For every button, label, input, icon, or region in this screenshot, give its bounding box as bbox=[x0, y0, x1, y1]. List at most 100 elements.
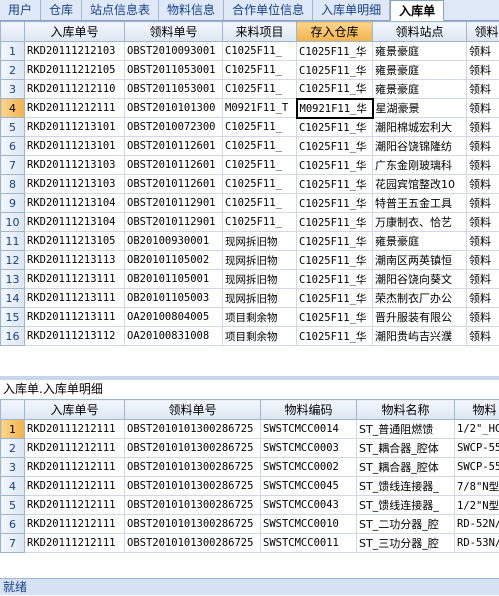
table-cell[interactable]: 特普王五金工具 bbox=[373, 194, 467, 213]
table-cell[interactable]: OBST2010101300 bbox=[125, 99, 223, 118]
table-cell[interactable]: 7/8"N型 bbox=[455, 477, 499, 496]
table-cell[interactable]: 晋升服装有限公 bbox=[373, 308, 467, 327]
table-row[interactable]: 2RKD20111212111OBST2010101300286725SWSTC… bbox=[1, 439, 499, 458]
table-cell[interactable]: 领料 bbox=[467, 156, 499, 175]
table-cell[interactable]: 现网拆旧物 bbox=[223, 270, 297, 289]
row-number[interactable]: 12 bbox=[1, 251, 25, 270]
table-cell[interactable]: ST_馈线连接器_ bbox=[357, 477, 455, 496]
table-cell[interactable]: 潮南区两英镇恒 bbox=[373, 251, 467, 270]
table-row[interactable]: 8RKD20111213103OBST2010112601C1025F11_C1… bbox=[1, 175, 499, 194]
table-row[interactable]: 9RKD20111213104OBST2010112901C1025F11_C1… bbox=[1, 194, 499, 213]
table-cell[interactable]: 领料 bbox=[467, 327, 499, 346]
table-cell[interactable]: OBST2010112601 bbox=[125, 175, 223, 194]
table-row[interactable]: 2RKD20111212105OBST2011053001C1025F11_C1… bbox=[1, 61, 499, 80]
column-header[interactable]: 物料 bbox=[455, 400, 499, 420]
table-cell[interactable]: 领料 bbox=[467, 80, 499, 99]
table-cell[interactable]: SWSTCMCC0014 bbox=[261, 420, 357, 439]
row-number[interactable]: 16 bbox=[1, 327, 25, 346]
table-cell[interactable]: 1/2"_HC bbox=[455, 420, 499, 439]
table-cell[interactable]: RKD20111212111 bbox=[25, 420, 125, 439]
table-row[interactable]: 5RKD20111213101OBST2010072300C1025F11_C1… bbox=[1, 118, 499, 137]
table-cell[interactable]: OBST2010112901 bbox=[125, 194, 223, 213]
table-cell[interactable]: 项目剩余物 bbox=[223, 308, 297, 327]
table-cell[interactable]: OBST2010101300286725 bbox=[125, 458, 261, 477]
row-number[interactable]: 2 bbox=[1, 61, 25, 80]
table-cell[interactable]: ST_三功分器_腔 bbox=[357, 534, 455, 553]
row-number[interactable]: 3 bbox=[1, 458, 25, 477]
row-number[interactable]: 11 bbox=[1, 232, 25, 251]
table-row[interactable]: 16RKD20111213112OA20100831008项目剩余物C1025F… bbox=[1, 327, 499, 346]
table-cell[interactable]: RKD20111212111 bbox=[25, 496, 125, 515]
corner-cell[interactable] bbox=[1, 22, 25, 42]
table-cell[interactable]: RKD20111213111 bbox=[25, 308, 125, 327]
table-row[interactable]: 3RKD20111212111OBST2010101300286725SWSTC… bbox=[1, 458, 499, 477]
table-cell[interactable]: RKD20111212111 bbox=[25, 515, 125, 534]
table-cell[interactable]: ST_普通阻燃馈 bbox=[357, 420, 455, 439]
column-header[interactable]: 存入仓库 bbox=[297, 22, 373, 42]
table-cell[interactable]: OBST2010101300286725 bbox=[125, 496, 261, 515]
table-cell[interactable]: C1025F11_ bbox=[223, 118, 297, 137]
table-cell[interactable]: OBST2011053001 bbox=[125, 61, 223, 80]
row-number[interactable]: 1 bbox=[1, 420, 25, 439]
table-cell[interactable]: OBST2010093001 bbox=[125, 42, 223, 61]
table-cell[interactable]: SWSTCMCC0011 bbox=[261, 534, 357, 553]
tab-3[interactable]: 物料信息 bbox=[159, 0, 224, 20]
row-number[interactable]: 7 bbox=[1, 534, 25, 553]
table-cell[interactable]: 现网拆旧物 bbox=[223, 232, 297, 251]
table-cell[interactable]: 领料 bbox=[467, 270, 499, 289]
table-cell[interactable]: RKD20111213104 bbox=[25, 194, 125, 213]
column-header[interactable]: 来料项目 bbox=[223, 22, 297, 42]
column-header[interactable]: 领料单号 bbox=[125, 400, 261, 420]
table-cell[interactable]: RKD20111212105 bbox=[25, 61, 125, 80]
table-row[interactable]: 4RKD20111212111OBST2010101300M0921F11_TM… bbox=[1, 99, 499, 118]
table-cell[interactable]: 1/2"N型 bbox=[455, 496, 499, 515]
table-cell[interactable]: RKD20111213103 bbox=[25, 175, 125, 194]
row-number[interactable]: 1 bbox=[1, 42, 25, 61]
tab-5[interactable]: 入库单明细 bbox=[313, 0, 390, 20]
table-row[interactable]: 10RKD20111213104OBST2010112901C1025F11_C… bbox=[1, 213, 499, 232]
table-cell[interactable]: SWCP-55 bbox=[455, 439, 499, 458]
table-cell[interactable]: C1025F11_华 bbox=[297, 251, 373, 270]
table-cell[interactable]: RKD20111213101 bbox=[25, 137, 125, 156]
table-cell[interactable]: C1025F11_华 bbox=[297, 213, 373, 232]
column-header[interactable]: 物料编码 bbox=[261, 400, 357, 420]
table-cell[interactable]: C1025F11_华 bbox=[297, 137, 373, 156]
table-cell[interactable]: SWSTCMCC0010 bbox=[261, 515, 357, 534]
table-cell[interactable]: C1025F11_华 bbox=[297, 42, 373, 61]
row-number[interactable]: 13 bbox=[1, 270, 25, 289]
table-cell[interactable]: 领料 bbox=[467, 118, 499, 137]
table-cell[interactable]: 领料 bbox=[467, 99, 499, 118]
table-cell[interactable]: C1025F11_ bbox=[223, 194, 297, 213]
table-row[interactable]: 7RKD20111213103OBST2010112601C1025F11_C1… bbox=[1, 156, 499, 175]
table-cell[interactable]: C1025F11_华 bbox=[297, 118, 373, 137]
table-cell[interactable]: C1025F11_ bbox=[223, 213, 297, 232]
table-cell[interactable]: M0921F11_T bbox=[223, 99, 297, 118]
table-cell[interactable]: 领料 bbox=[467, 289, 499, 308]
table-cell[interactable]: OA20100804005 bbox=[125, 308, 223, 327]
table-cell[interactable]: RD-53N/ bbox=[455, 534, 499, 553]
table-cell[interactable]: 潮阳棉城宏利大 bbox=[373, 118, 467, 137]
table-cell[interactable]: 领料 bbox=[467, 137, 499, 156]
table-cell[interactable]: 领料 bbox=[467, 308, 499, 327]
table-cell[interactable]: C1025F11_华 bbox=[297, 289, 373, 308]
table-cell[interactable]: 现网拆旧物 bbox=[223, 251, 297, 270]
table-cell[interactable]: 万康制衣、恰艺 bbox=[373, 213, 467, 232]
row-number[interactable]: 3 bbox=[1, 80, 25, 99]
tab-1[interactable]: 仓库 bbox=[41, 0, 82, 20]
row-number[interactable]: 8 bbox=[1, 175, 25, 194]
column-header[interactable]: 物料名称 bbox=[357, 400, 455, 420]
row-number[interactable]: 6 bbox=[1, 515, 25, 534]
table-cell[interactable]: RKD20111212111 bbox=[25, 477, 125, 496]
table-cell[interactable]: 花园宾馆整改10 bbox=[373, 175, 467, 194]
table-cell[interactable]: RKD20111213101 bbox=[25, 118, 125, 137]
tab-4[interactable]: 合作单位信息 bbox=[224, 0, 313, 20]
table-row[interactable]: 4RKD20111212111OBST2010101300286725SWSTC… bbox=[1, 477, 499, 496]
table-cell[interactable]: C1025F11_华 bbox=[297, 308, 373, 327]
row-number[interactable]: 4 bbox=[1, 477, 25, 496]
table-cell[interactable]: 潮阳谷饶锦隆纺 bbox=[373, 137, 467, 156]
table-cell[interactable]: 荣杰制衣厂办公 bbox=[373, 289, 467, 308]
row-number[interactable]: 2 bbox=[1, 439, 25, 458]
row-number[interactable]: 7 bbox=[1, 156, 25, 175]
table-cell[interactable]: OBST2010101300286725 bbox=[125, 439, 261, 458]
column-header[interactable]: 入库单号 bbox=[25, 22, 125, 42]
